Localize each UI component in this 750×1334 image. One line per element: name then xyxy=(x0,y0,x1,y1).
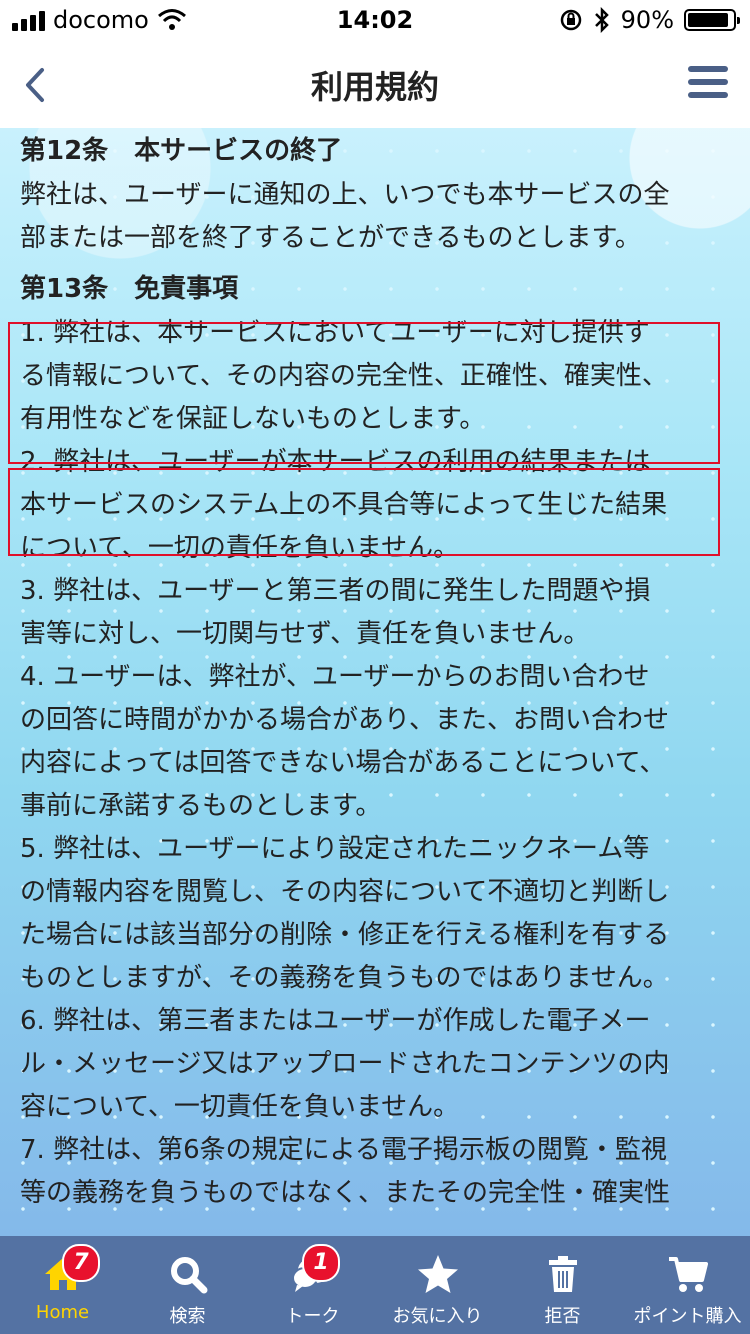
text-line: 部または一部を終了することができるものとします。 xyxy=(20,223,641,253)
text-line: の情報内容を閲覧し、その内容について不適切と判断し xyxy=(20,877,670,907)
cart-icon xyxy=(666,1252,710,1296)
text-line: 有用性などを保証しないものとします。 xyxy=(20,404,486,434)
section-heading: 第13条 免責事項 xyxy=(20,274,239,304)
tab-cart[interactable]: ポイント購入 xyxy=(625,1236,750,1334)
tab-label: トーク xyxy=(285,1306,340,1327)
notification-badge: 7 xyxy=(62,1244,100,1282)
text-line: 等の義務を負うものではなく、またその完全性・確実性 xyxy=(20,1178,671,1208)
tab-search[interactable]: 検索 xyxy=(125,1236,250,1334)
text-line: 事前に承諾するものとします。 xyxy=(20,791,382,821)
text-line: について、一切の責任を負いません。 xyxy=(20,533,460,563)
trash-icon xyxy=(541,1252,585,1296)
text-line: 5. 弊社は、ユーザーにより設定されたニックネーム等 xyxy=(20,834,650,864)
battery-icon xyxy=(684,9,740,31)
text-line: た場合には該当部分の削除・修正を行える権利を有する xyxy=(20,920,670,950)
terms-article: 第12条 本サービスの終了弊社は、ユーザーに通知の上、いつでも本サービスの全 部ま… xyxy=(20,128,730,1215)
text-line: 1. 弊社は、本サービスにおいてユーザーに対し提供す xyxy=(20,318,650,348)
rotation-lock-icon xyxy=(560,9,581,31)
tab-label: 検索 xyxy=(169,1306,206,1327)
tab-label: お気に入り xyxy=(392,1306,483,1327)
section-heading: 第12条 本サービスの終了 xyxy=(20,136,343,166)
text-line: ものとしますが、その義務を負うものではありません。 xyxy=(20,963,669,993)
text-line: 2. 弊社は、ユーザーが本サービスの利用の結果または xyxy=(20,447,651,477)
text-line: 6. 弊社は、第三者またはユーザーが作成した電子メー xyxy=(20,1006,651,1036)
search-icon xyxy=(166,1252,210,1296)
text-line: る情報について、その内容の完全性、正確性、確実性、 xyxy=(20,361,668,391)
text-line: 害等に対し、一切関与せず、責任を負いません。 xyxy=(20,619,590,649)
status-right: 90% xyxy=(559,6,740,34)
tab-label: Home xyxy=(35,1302,90,1323)
page-title: 利用規約 xyxy=(310,68,439,106)
text-line: ル・メッセージ又はアップロードされたコンテンツの内 xyxy=(20,1049,670,1079)
navigation-bar: 利用規約 xyxy=(0,42,750,129)
text-line: 3. 弊社は、ユーザーと第三者の間に発生した問題や損 xyxy=(20,576,651,606)
tab-home[interactable]: 7 Home xyxy=(0,1236,125,1334)
tab-star[interactable]: お気に入り xyxy=(375,1236,500,1334)
text-line: 内容によっては回答できない場合があることについて、 xyxy=(20,748,666,778)
text-line: 本サービスのシステム上の不具合等によって生じた結果 xyxy=(20,490,668,520)
star-icon xyxy=(416,1252,460,1296)
tab-trash[interactable]: 拒否 xyxy=(500,1236,625,1334)
status-bar: docomo 14:02 90% xyxy=(0,0,750,42)
text-line: 容について、一切責任を負いません。 xyxy=(20,1092,460,1122)
text-line: 弊社は、ユーザーに通知の上、いつでも本サービスの全 xyxy=(20,180,670,210)
terms-content[interactable]: 第12条 本サービスの終了弊社は、ユーザーに通知の上、いつでも本サービスの全 部ま… xyxy=(0,128,750,1236)
hamburger-menu-icon[interactable] xyxy=(688,66,728,102)
text-line: の回答に時間がかかる場合があり、また、お問い合わせ xyxy=(20,705,669,735)
text-line: 4. ユーザーは、弊社が、ユーザーからのお問い合わせ xyxy=(20,662,650,692)
tab-label: ポイント購入 xyxy=(633,1306,742,1327)
bottom-tab-bar: 7 Home 検索 1 トーク お気に入り 拒否 ポイント購入 xyxy=(0,1236,750,1334)
text-line: 7. 弊社は、第6条の規定による電子掲示板の閲覧・監視 xyxy=(20,1135,667,1165)
bluetooth-icon xyxy=(594,7,609,33)
battery-percent: 90% xyxy=(620,6,674,34)
tab-label: 拒否 xyxy=(544,1306,581,1327)
notification-badge: 1 xyxy=(302,1244,340,1282)
tab-chat-bubble[interactable]: 1 トーク xyxy=(250,1236,375,1334)
